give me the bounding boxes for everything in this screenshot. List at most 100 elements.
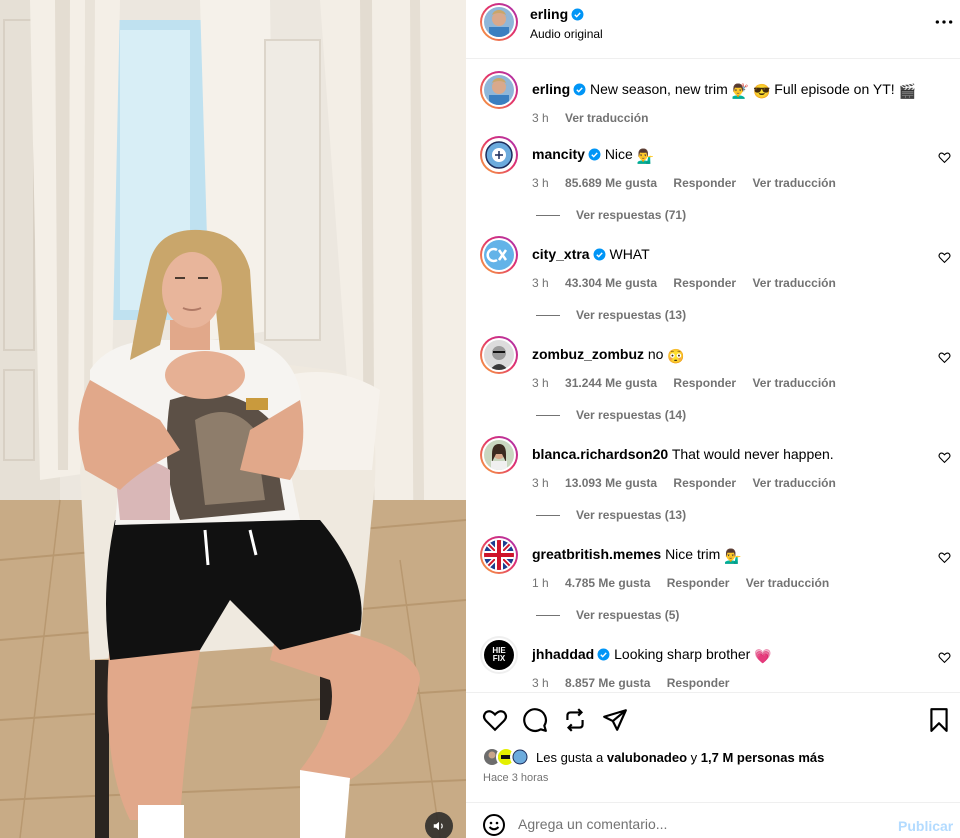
haircut-emoji: 💇‍♂️: [731, 83, 750, 99]
translate-link[interactable]: Ver traducción: [746, 576, 829, 590]
verified-badge-icon: [597, 648, 610, 661]
commenter-username[interactable]: city_xtra: [532, 246, 590, 262]
comments-list[interactable]: erling New season, new trim 💇‍♂️ 😎 Full …: [466, 59, 960, 693]
heart-icon[interactable]: [938, 351, 951, 364]
translate-link[interactable]: Ver traducción: [752, 276, 835, 290]
sunglasses-emoji: 😎: [752, 83, 771, 99]
comment-time[interactable]: 3 h: [532, 176, 549, 190]
commenter-avatar[interactable]: [480, 336, 518, 374]
caption-translate-link[interactable]: Ver traducción: [565, 111, 648, 125]
comment-meta: 3 h 13.093 Me gusta Responder Ver traduc…: [532, 476, 849, 490]
comment-likes[interactable]: 43.304 Me gusta: [565, 276, 657, 290]
comment-time[interactable]: 3 h: [532, 276, 549, 290]
commenter-avatar[interactable]: [480, 436, 518, 474]
post-header: erling Audio original: [466, 0, 960, 59]
reply-button[interactable]: Responder: [667, 576, 730, 590]
caption-time[interactable]: 3 h: [532, 111, 549, 125]
verified-badge-icon: [593, 248, 606, 261]
commenter-avatar[interactable]: [480, 136, 518, 174]
view-replies-button[interactable]: Ver respuestas (13): [536, 508, 686, 522]
more-options-icon[interactable]: [934, 12, 954, 32]
reply-button[interactable]: Responder: [673, 276, 736, 290]
comment-emoji: 😳: [667, 348, 685, 364]
likes-summary: Les gusta a valubonadeo y 1,7 M personas…: [536, 750, 825, 765]
speaker-icon: [433, 821, 443, 831]
comment-composer: Publicar: [466, 802, 960, 838]
heart-icon[interactable]: [938, 151, 951, 164]
commenter-avatar[interactable]: [480, 236, 518, 274]
comment-time[interactable]: 1 h: [532, 576, 549, 590]
author-avatar[interactable]: [480, 3, 518, 41]
comment-time[interactable]: 3 h: [532, 476, 549, 490]
commenter-username[interactable]: greatbritish.memes: [532, 546, 661, 562]
clapper-emoji: 🎬: [898, 83, 916, 99]
comment-likes[interactable]: 31.244 Me gusta: [565, 376, 657, 390]
comment-icon[interactable]: [522, 707, 548, 733]
commenter-username[interactable]: zombuz_zombuz: [532, 346, 644, 362]
author-username[interactable]: erling: [530, 6, 584, 22]
translate-link[interactable]: Ver traducción: [752, 176, 835, 190]
comment-emoji: 💁‍♂️: [724, 548, 742, 564]
verified-badge-icon: [573, 83, 586, 96]
comment-text: jhhaddad Looking sharp brother 💗: [532, 646, 772, 664]
share-icon[interactable]: [602, 707, 628, 733]
liker-username[interactable]: valubonadeo: [607, 750, 687, 765]
view-replies-button[interactable]: Ver respuestas (5): [536, 608, 679, 622]
comment-likes[interactable]: 4.785 Me gusta: [565, 576, 650, 590]
verified-badge-icon: [571, 8, 584, 21]
heart-icon[interactable]: [938, 551, 951, 564]
comment-text: greatbritish.memes Nice trim 💁‍♂️: [532, 546, 742, 564]
bookmark-icon[interactable]: [926, 707, 952, 733]
likes-count-link[interactable]: 1,7 M personas más: [701, 750, 825, 765]
comment-text: blanca.richardson20 That would never hap…: [532, 446, 834, 462]
comment-likes[interactable]: 85.689 Me gusta: [565, 176, 657, 190]
post-detail-panel: erling Audio original erling New season,…: [466, 0, 960, 838]
reply-button[interactable]: Responder: [673, 376, 736, 390]
video-frame: [0, 0, 466, 838]
view-replies-button[interactable]: Ver respuestas (14): [536, 408, 686, 422]
audio-label[interactable]: Audio original: [530, 27, 603, 41]
post-media-video[interactable]: [0, 0, 466, 838]
commenter-username[interactable]: mancity: [532, 146, 585, 162]
heart-icon[interactable]: [482, 707, 508, 733]
comment-meta: 3 h 8.857 Me gusta Responder: [532, 676, 742, 690]
commenter-username[interactable]: blanca.richardson20: [532, 446, 668, 462]
heart-icon[interactable]: [938, 651, 951, 664]
heart-icon[interactable]: [938, 451, 951, 464]
caption-username[interactable]: erling: [532, 81, 570, 97]
emoji-icon[interactable]: [482, 813, 506, 837]
reply-button[interactable]: Responder: [673, 176, 736, 190]
comment-text: zombuz_zombuz no 😳: [532, 346, 685, 364]
comment-input[interactable]: [518, 811, 878, 837]
avatar-logo-text: HIE FIX: [492, 646, 506, 663]
post-comment-button[interactable]: Publicar: [898, 818, 953, 834]
view-replies-button[interactable]: Ver respuestas (71): [536, 208, 686, 222]
comment-emoji: 💁‍♂️: [636, 148, 655, 164]
action-bar: Les gusta a valubonadeo y 1,7 M personas…: [466, 692, 960, 802]
commenter-username[interactable]: jhhaddad: [532, 646, 594, 662]
heart-icon[interactable]: [938, 251, 951, 264]
liker-avatar: [510, 747, 530, 767]
caption-text: erling New season, new trim 💇‍♂️ 😎 Full …: [532, 81, 916, 99]
comment-likes[interactable]: 13.093 Me gusta: [565, 476, 657, 490]
translate-link[interactable]: Ver traducción: [752, 376, 835, 390]
view-replies-button[interactable]: Ver respuestas (13): [536, 308, 686, 322]
comment-meta: 1 h 4.785 Me gusta Responder Ver traducc…: [532, 576, 842, 590]
comment-meta: 3 h 85.689 Me gusta Responder Ver traduc…: [532, 176, 849, 190]
caption-avatar[interactable]: [480, 71, 518, 109]
comment-time[interactable]: 3 h: [532, 376, 549, 390]
post-timestamp[interactable]: Hace 3 horas: [483, 772, 548, 784]
translate-link[interactable]: Ver traducción: [752, 476, 835, 490]
comment-meta: 3 h 31.244 Me gusta Responder Ver traduc…: [532, 376, 849, 390]
comment-likes[interactable]: 8.857 Me gusta: [565, 676, 650, 690]
comment-emoji: 💗: [754, 648, 772, 664]
comment-time[interactable]: 3 h: [532, 676, 549, 690]
commenter-avatar[interactable]: HIE FIX: [480, 636, 518, 674]
reply-button[interactable]: Responder: [667, 676, 730, 690]
comment-text: city_xtra WHAT: [532, 246, 650, 262]
reply-button[interactable]: Responder: [673, 476, 736, 490]
audio-toggle-button[interactable]: [425, 812, 453, 838]
commenter-avatar[interactable]: [480, 536, 518, 574]
comment-text: mancity Nice 💁‍♂️: [532, 146, 655, 164]
repost-icon[interactable]: [562, 707, 588, 733]
